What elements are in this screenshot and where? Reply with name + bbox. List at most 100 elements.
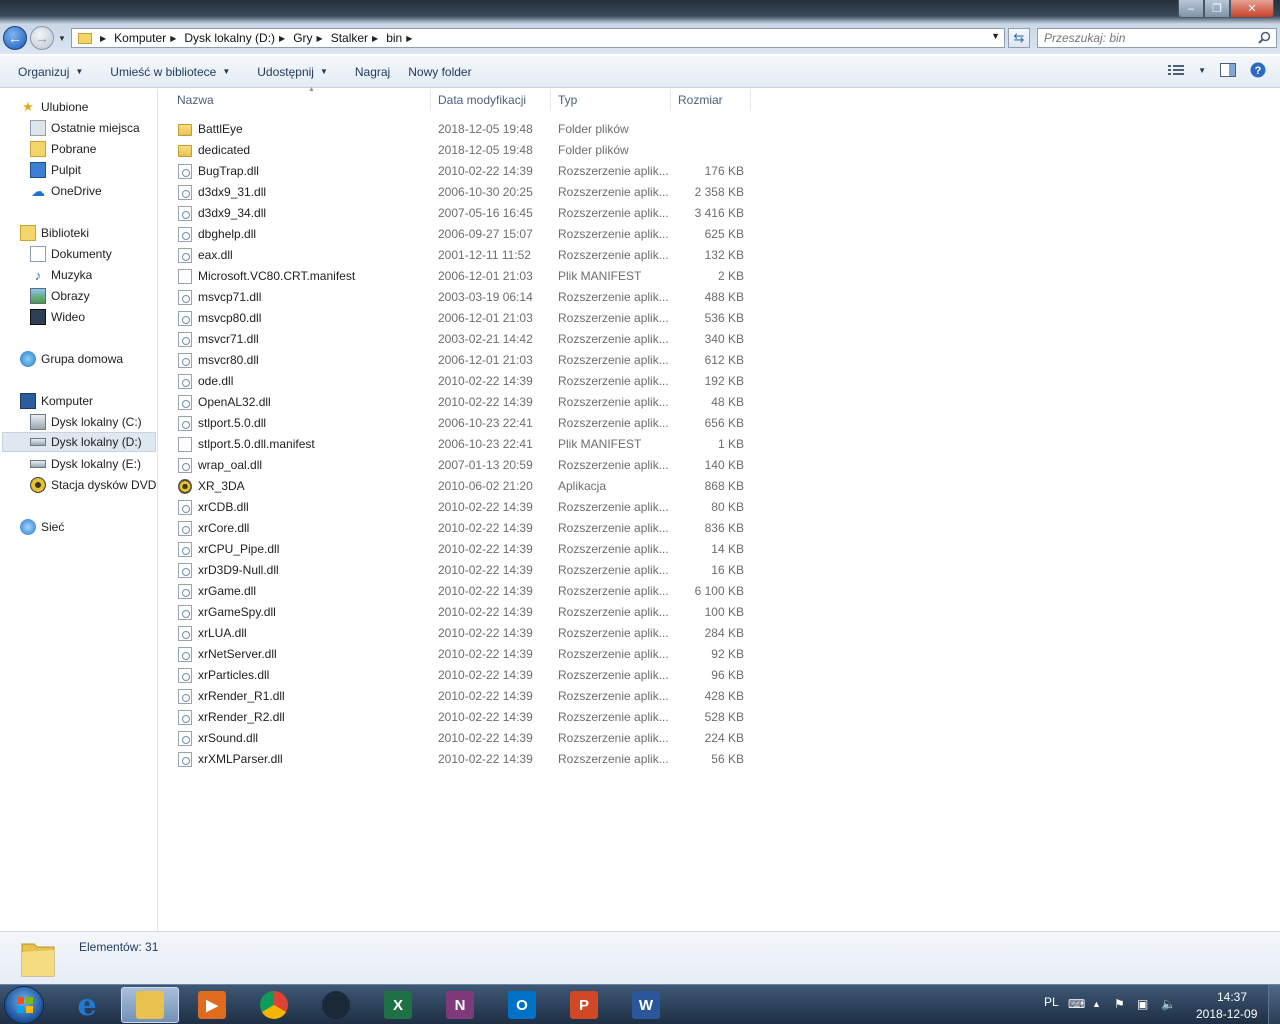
change-view-button[interactable]: ▼ <box>1168 64 1206 76</box>
sidebar-item-computer[interactable]: Komputer <box>20 391 93 411</box>
file-row[interactable]: xrLUA.dll 2010-02-22 14:39 Rozszerzenie ap… <box>177 623 757 644</box>
help-button[interactable]: ? <box>1250 62 1266 78</box>
file-row[interactable]: xrSound.dll 2010-02-22 14:39 Rozszerzenie … <box>177 728 757 749</box>
file-row[interactable]: Microsoft.VC80.CRT.manifest 2006-12-01 21… <box>177 266 757 287</box>
column-header-type[interactable]: Typ <box>551 89 671 111</box>
breadcrumb-gry[interactable]: Gry <box>293 31 312 45</box>
sidebar-item-pictures[interactable]: Obrazy <box>30 286 90 306</box>
file-row[interactable]: msvcp80.dll 2006-12-01 21:03 Rozszerzenie … <box>177 308 757 329</box>
file-row[interactable]: XR_3DA 2010-06-02 21:20 Aplikacja 868 KB <box>177 476 757 497</box>
chevron-right-icon[interactable]: ▶ <box>100 34 106 43</box>
sidebar-item-disk-c[interactable]: Dysk lokalny (C:) <box>30 412 142 432</box>
action-center-flag-icon[interactable]: ⚑ <box>1114 997 1125 1011</box>
maximize-button[interactable]: ❐ <box>1204 0 1230 18</box>
chevron-right-icon[interactable]: ▶ <box>170 34 176 43</box>
sidebar-item-favorites[interactable]: ★ Ulubione <box>20 97 88 117</box>
taskbar-outlook[interactable]: O <box>493 987 551 1023</box>
search-box[interactable] <box>1037 28 1277 48</box>
chevron-right-icon[interactable]: ▶ <box>406 34 412 43</box>
close-button[interactable]: ✕ <box>1230 0 1274 18</box>
sidebar-item-onedrive[interactable]: ☁ OneDrive <box>30 181 102 201</box>
file-row[interactable]: xrRender_R1.dll 2010-02-22 14:39 Rozszerze… <box>177 686 757 707</box>
taskbar-steam[interactable] <box>307 987 365 1023</box>
file-row[interactable]: OpenAL32.dll 2010-02-22 14:39 Rozszerzenie… <box>177 392 757 413</box>
sidebar-item-downloads[interactable]: Pobrane <box>30 139 96 159</box>
start-button[interactable] <box>4 986 44 1024</box>
preview-pane-button[interactable] <box>1220 63 1236 77</box>
taskbar-onenote[interactable]: N <box>431 987 489 1023</box>
file-row[interactable]: d3dx9_34.dll 2007-05-16 16:45 Rozszerzenie… <box>177 203 757 224</box>
language-indicator[interactable]: PL <box>1044 995 1059 1009</box>
breadcrumb-disk-d[interactable]: Dysk lokalny (D:) <box>184 31 275 45</box>
file-row[interactable]: xrXMLParser.dll 2010-02-22 14:39 Rozszerze… <box>177 749 757 770</box>
include-in-library-button[interactable]: Umieść w bibliotece ▼ <box>101 65 239 79</box>
column-header-date[interactable]: Data modyfikacji <box>431 89 551 111</box>
sidebar-item-desktop[interactable]: Pulpit <box>30 160 81 180</box>
chevron-down-icon[interactable]: ▼ <box>1198 66 1206 75</box>
taskbar-word[interactable]: W <box>617 987 675 1023</box>
refresh-button[interactable]: ⇆ <box>1008 28 1030 48</box>
keyboard-icon[interactable]: ⌨ <box>1068 997 1085 1011</box>
file-row[interactable]: xrCPU_Pipe.dll 2010-02-22 14:39 Rozszerzen… <box>177 539 757 560</box>
chevron-right-icon[interactable]: ▶ <box>372 34 378 43</box>
file-row[interactable]: msvcp71.dll 2003-03-19 06:14 Rozszerzenie … <box>177 287 757 308</box>
clock-time[interactable]: 14:37 <box>1217 990 1247 1004</box>
taskbar-media-player[interactable]: ▶ <box>183 987 241 1023</box>
file-row[interactable]: xrNetServer.dll 2010-02-22 14:39 Rozszerze… <box>177 644 757 665</box>
breadcrumb-bin[interactable]: bin <box>386 31 402 45</box>
recent-pages-dropdown[interactable]: ▼ <box>58 34 66 43</box>
sidebar-item-videos[interactable]: Wideo <box>30 307 85 327</box>
burn-button[interactable]: Nagraj <box>346 65 399 79</box>
forward-button[interactable]: → <box>30 26 54 50</box>
sidebar-item-recent-places[interactable]: Ostatnie miejsca <box>30 118 140 138</box>
file-row[interactable]: wrap_oal.dll 2007-01-13 20:59 Rozszerzenie… <box>177 455 757 476</box>
file-row[interactable]: xrGame.dll 2010-02-22 14:39 Rozszerzenie a… <box>177 581 757 602</box>
minimize-button[interactable]: – <box>1178 0 1204 18</box>
taskbar-windows-explorer[interactable] <box>121 987 179 1023</box>
volume-icon[interactable]: 🔈 <box>1161 997 1176 1011</box>
chevron-right-icon[interactable]: ▶ <box>317 34 323 43</box>
file-row[interactable]: dbghelp.dll 2006-09-27 15:07 Rozszerzenie … <box>177 224 757 245</box>
sidebar-item-music[interactable]: ♪ Muzyka <box>30 265 93 285</box>
file-row[interactable]: xrD3D9-Null.dll 2010-02-22 14:39 Rozszerze… <box>177 560 757 581</box>
sidebar-item-homegroup[interactable]: Grupa domowa <box>20 349 123 369</box>
file-row[interactable]: dedicated 2018-12-05 19:48 Folder plików <box>177 140 757 161</box>
file-row[interactable]: BugTrap.dll 2010-02-22 14:39 Rozszerzenie … <box>177 161 757 182</box>
file-row[interactable]: xrCore.dll 2010-02-22 14:39 Rozszerzenie a… <box>177 518 757 539</box>
file-row[interactable]: eax.dll 2001-12-11 11:52 Rozszerzenie apli… <box>177 245 757 266</box>
file-row[interactable]: xrCDB.dll 2010-02-22 14:39 Rozszerzenie ap… <box>177 497 757 518</box>
taskbar-powerpoint[interactable]: P <box>555 987 613 1023</box>
file-row[interactable]: msvcr80.dll 2006-12-01 21:03 Rozszerzenie … <box>177 350 757 371</box>
file-row[interactable]: xrGameSpy.dll 2010-02-22 14:39 Rozszerzeni… <box>177 602 757 623</box>
file-row[interactable]: msvcr71.dll 2003-02-21 14:42 Rozszerzenie … <box>177 329 757 350</box>
sidebar-item-disk-d[interactable]: Dysk lokalny (D:) <box>2 432 156 452</box>
search-input[interactable] <box>1044 29 1254 47</box>
file-row[interactable]: ode.dll 2010-02-22 14:39 Rozszerzenie apli… <box>177 371 757 392</box>
share-button[interactable]: Udostępnij ▼ <box>248 65 337 79</box>
organize-button[interactable]: Organizuj ▼ <box>9 65 92 79</box>
taskbar-excel[interactable]: X <box>369 987 427 1023</box>
chevron-right-icon[interactable]: ▶ <box>279 34 285 43</box>
show-hidden-icons-icon[interactable]: ▲ <box>1092 999 1101 1009</box>
file-row[interactable]: xrParticles.dll 2010-02-22 14:39 Rozszerze… <box>177 665 757 686</box>
sidebar-item-network[interactable]: Sieć <box>20 517 64 537</box>
breadcrumb-komputer[interactable]: Komputer <box>114 31 166 45</box>
network-status-icon[interactable]: ▣ <box>1137 997 1148 1011</box>
search-icon[interactable] <box>1258 31 1271 44</box>
taskbar-internet-explorer[interactable]: e <box>58 987 116 1023</box>
taskbar-chrome[interactable] <box>245 987 303 1023</box>
back-button[interactable]: ← <box>3 26 27 50</box>
file-row[interactable]: d3dx9_31.dll 2006-10-30 20:25 Rozszerzenie… <box>177 182 757 203</box>
clock-date[interactable]: 2018-12-09 <box>1196 1007 1257 1021</box>
column-header-name[interactable]: Nazwa <box>170 89 431 111</box>
sidebar-item-documents[interactable]: Dokumenty <box>30 244 112 264</box>
address-bar[interactable]: ▶ Komputer ▶ Dysk lokalny (D:) ▶ Gry ▶ S… <box>71 28 1005 48</box>
sidebar-item-libraries[interactable]: Biblioteki <box>20 223 89 243</box>
file-row[interactable]: stlport.5.0.dll.manifest 2006-10-23 22:41… <box>177 434 757 455</box>
file-row[interactable]: BattlEye 2018-12-05 19:48 Folder plików <box>177 119 757 140</box>
new-folder-button[interactable]: Nowy folder <box>399 65 480 79</box>
file-row[interactable]: xrRender_R2.dll 2010-02-22 14:39 Rozszerze… <box>177 707 757 728</box>
sidebar-item-disk-e[interactable]: Dysk lokalny (E:) <box>30 454 141 474</box>
show-desktop-button[interactable] <box>1268 985 1280 1024</box>
address-dropdown-button[interactable]: ▼ <box>991 31 1000 41</box>
